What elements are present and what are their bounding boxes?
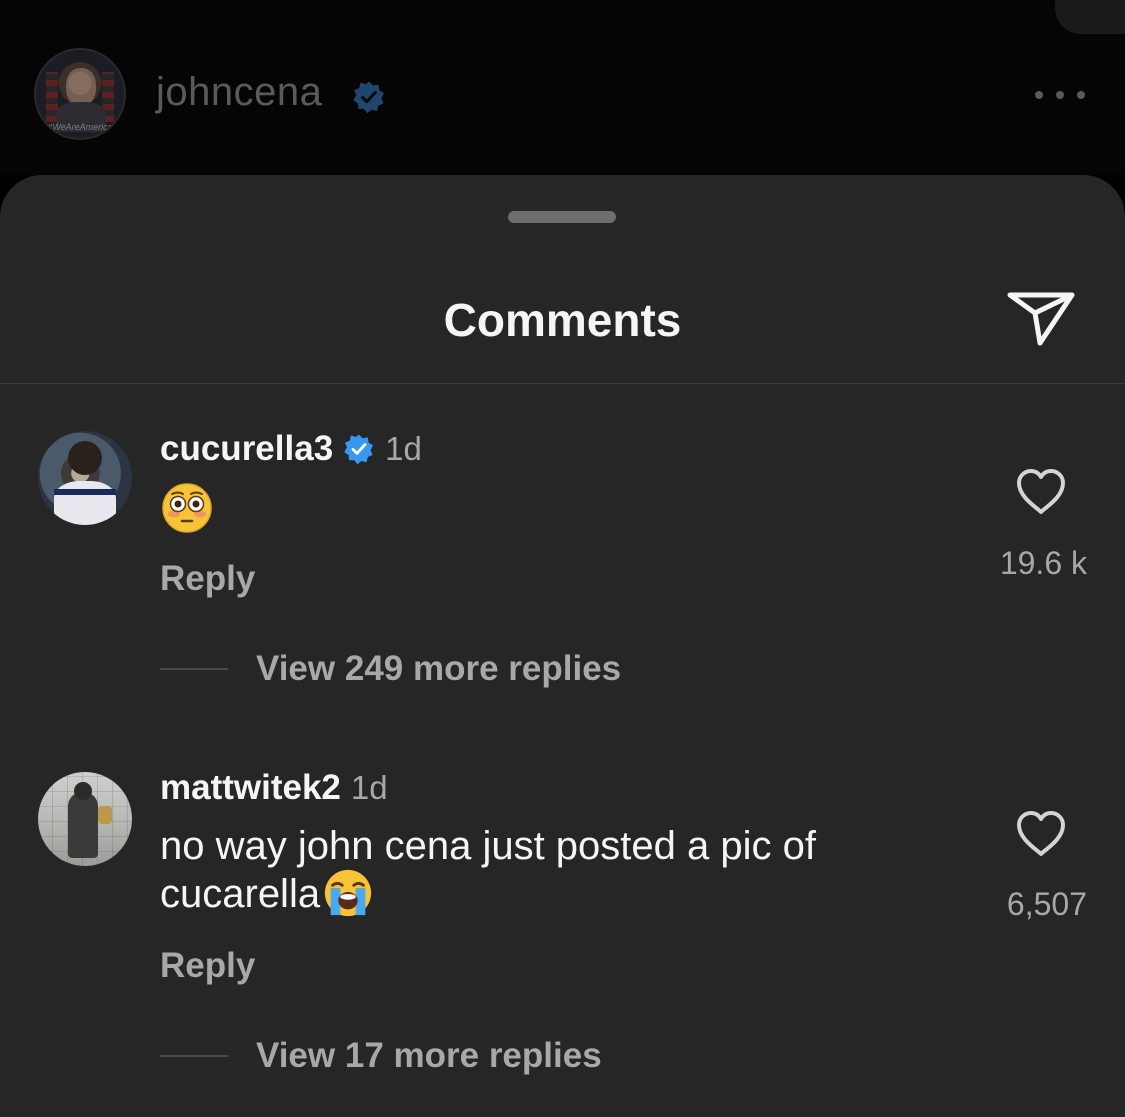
comment-text: no way john cena just posted a pic of cu… (160, 822, 920, 919)
comment-text (160, 481, 920, 535)
share-send-icon[interactable] (1004, 285, 1078, 349)
header-divider (0, 383, 1125, 384)
post-header: #WeAreAmerica johncena (0, 0, 1125, 175)
dot (1056, 91, 1064, 99)
view-replies-label: View 249 more replies (256, 649, 622, 688)
verified-badge-icon (353, 81, 384, 114)
sheet-drag-handle[interactable] (508, 211, 616, 223)
more-options-icon[interactable] (1035, 78, 1085, 112)
dot (1077, 91, 1085, 99)
comment-header: cucurella3 1d (160, 429, 422, 469)
loudly-crying-face-emoji (324, 870, 372, 917)
heart-icon[interactable] (1014, 467, 1068, 517)
view-replies-label: View 17 more replies (256, 1036, 602, 1075)
comment-text-continued: cucarella (160, 872, 321, 916)
post-author-avatar[interactable]: #WeAreAmerica (34, 48, 126, 140)
comment-text-line: no way john cena just posted a pic of (160, 824, 816, 868)
replies-line (160, 668, 228, 670)
post-author-username[interactable]: johncena (156, 70, 322, 115)
reply-button[interactable]: Reply (160, 559, 255, 599)
verified-badge-icon (344, 434, 374, 465)
like-count: 19.6 k (999, 545, 1087, 581)
like-count: 6,507 (1006, 886, 1087, 922)
comments-screen: #WeAreAmerica johncena Comments cucurell… (0, 0, 1125, 1117)
avatar-stripe (54, 489, 116, 495)
comments-sheet: Comments cucurella3 1d Reply 19.6 k View… (0, 175, 1125, 1117)
flushed-face-emoji (162, 483, 212, 533)
sheet-title: Comments (443, 294, 682, 346)
comment-text-line: cucarella (160, 870, 920, 919)
avatar-body (54, 481, 116, 525)
commenter-username[interactable]: mattwitek2 (160, 768, 341, 808)
avatar-person (68, 792, 98, 858)
comment-header: mattwitek2 1d (160, 768, 388, 808)
view-replies-button[interactable]: View 249 more replies (160, 649, 621, 689)
avatar-trophy (98, 806, 112, 824)
view-replies-button[interactable]: View 17 more replies (160, 1036, 602, 1076)
top-corner-notch (1055, 0, 1125, 34)
commenter-username[interactable]: cucurella3 (160, 429, 333, 469)
commenter-avatar[interactable] (38, 772, 132, 866)
reply-button[interactable]: Reply (160, 946, 255, 986)
dot (1035, 91, 1043, 99)
comment-timestamp: 1d (350, 769, 388, 806)
heart-icon[interactable] (1014, 809, 1068, 859)
avatar-hair (68, 441, 102, 475)
comment-timestamp: 1d (385, 430, 422, 467)
avatar-caption: #WeAreAmerica (47, 122, 113, 132)
replies-line (160, 1055, 228, 1057)
avatar-face (66, 68, 96, 106)
commenter-avatar[interactable] (38, 431, 132, 525)
avatar-head (74, 782, 92, 800)
